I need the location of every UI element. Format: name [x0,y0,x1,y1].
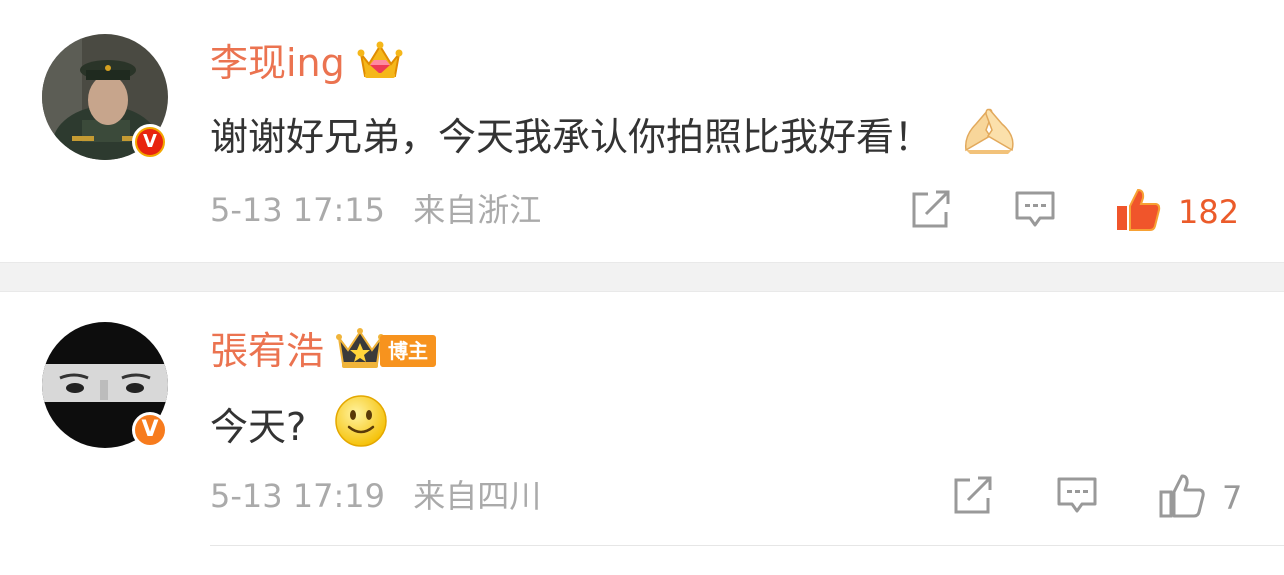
comment-meta: 5-13 17:15 来自浙江 [210,190,541,230]
crown-star-icon [336,328,385,374]
comment-date: 5-13 17:15 [210,191,386,229]
comment-icon [1056,476,1098,520]
share-button[interactable] [952,476,994,520]
reply-button[interactable] [1014,190,1056,234]
smile-icon [334,394,388,460]
comment-location: 来自浙江 [413,191,542,229]
like-count: 7 [1222,479,1243,517]
prayer-hands-icon [960,106,1018,168]
divider [210,545,1284,546]
comment-item: V 李现ing 谢谢好兄弟，今天我承认你拍照比我好看！ 5-13 17:15 来… [0,0,1284,262]
crown-gem-icon [357,40,403,86]
comment-item: V 張宥浩 博主 今天? 5-13 17:19 来自四川 7 [0,292,1284,575]
comment-icon [1014,190,1056,234]
verified-badge: V [132,412,168,448]
comment-text: 今天? [210,405,307,449]
username[interactable]: 李现ing [210,40,345,86]
comment-meta: 5-13 17:19 来自四川 [210,476,541,516]
comment-date: 5-13 17:19 [210,477,386,515]
verified-badge: V [132,124,168,160]
share-icon [952,476,994,520]
share-icon [910,190,952,234]
comment-location: 来自四川 [413,477,542,515]
like-button[interactable]: 182 [1114,186,1239,238]
share-button[interactable] [910,190,952,234]
like-count: 182 [1178,193,1240,231]
thumbs-up-icon [1114,186,1162,238]
comment-text: 谢谢好兄弟，今天我承认你拍照比我好看！ [210,115,933,159]
like-button[interactable]: 7 [1158,472,1242,524]
section-divider [0,262,1284,292]
blogger-tag: 博主 [380,335,437,367]
thumbs-up-icon [1158,472,1206,524]
username[interactable]: 張宥浩 [210,328,324,374]
reply-button[interactable] [1056,476,1098,520]
